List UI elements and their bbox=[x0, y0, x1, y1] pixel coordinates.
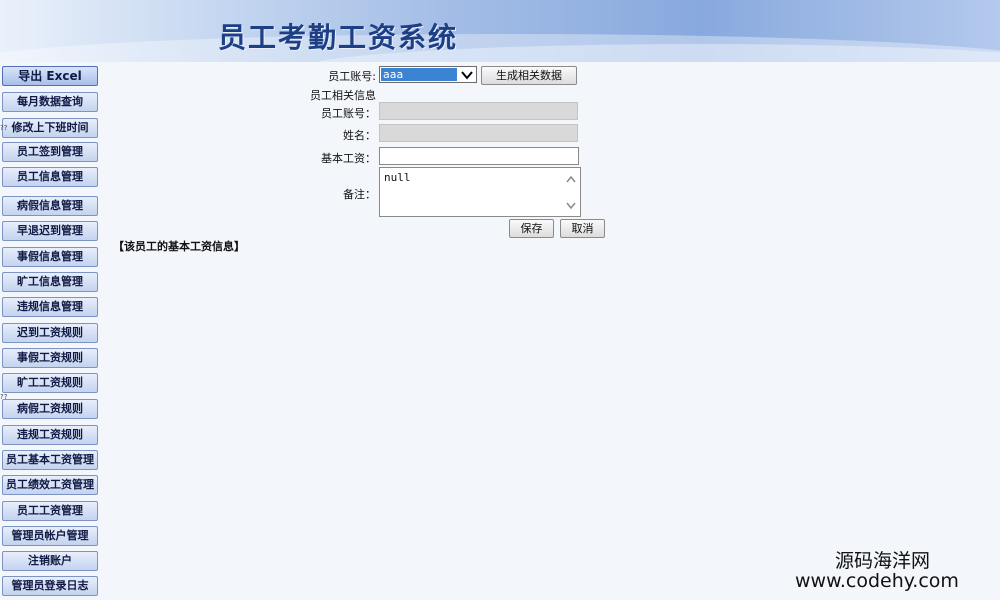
base-salary-section-note: 【该员工的基本工资信息】 bbox=[113, 240, 245, 253]
remark-label: 备注： bbox=[343, 188, 376, 201]
base-salary-label: 基本工资： bbox=[321, 152, 376, 165]
sidebar-item-monthly-query[interactable]: 每月数据查询 bbox=[2, 92, 98, 112]
remark-textarea[interactable]: null bbox=[379, 167, 581, 217]
sidebar-item-absence-salary-rule[interactable]: 旷工工资规则 bbox=[2, 373, 98, 393]
name-label: 姓名： bbox=[343, 129, 376, 142]
sidebar-item-salary-management[interactable]: 员工工资管理 bbox=[2, 501, 98, 521]
sidebar-item-late-salary-rule[interactable]: 迟到工资规则 bbox=[2, 323, 98, 343]
app-title: 员工考勤工资系统 bbox=[218, 21, 459, 54]
sidebar-nav: 导出 Excel 每月数据查询 修改上下班时间 员工签到管理 员工信息管理 病假… bbox=[0, 64, 102, 600]
employee-info-heading: 员工相关信息 bbox=[310, 89, 376, 102]
sidebar-item-absence-info[interactable]: 旷工信息管理 bbox=[2, 272, 98, 292]
name-field bbox=[379, 124, 578, 142]
sidebar-item-sick-leave-salary-rule[interactable]: 病假工资规则 bbox=[2, 399, 98, 419]
cancel-button[interactable]: 取消 bbox=[560, 219, 605, 238]
export-excel-button[interactable]: 导出 Excel bbox=[2, 66, 98, 86]
header-banner: 员工考勤工资系统 bbox=[0, 0, 1000, 62]
sidebar-item-late-early-info[interactable]: 早退迟到管理 bbox=[2, 221, 98, 241]
base-salary-input[interactable] bbox=[379, 147, 579, 165]
watermark-text: 源码海洋网 bbox=[835, 550, 931, 572]
account-select-label: 员工账号: bbox=[328, 70, 376, 83]
chevron-down-icon[interactable] bbox=[566, 198, 576, 212]
chevron-down-icon bbox=[458, 67, 476, 82]
save-button[interactable]: 保存 bbox=[509, 219, 554, 238]
remark-scrollbar[interactable] bbox=[562, 168, 580, 216]
sidebar-item-edit-work-hours[interactable]: 修改上下班时间 bbox=[2, 118, 98, 138]
sidebar-item-base-salary-management[interactable]: 员工基本工资管理 bbox=[2, 450, 98, 470]
broken-image-marker: ?? bbox=[0, 393, 8, 401]
sidebar-item-admin-login-log[interactable]: 管理员登录日志 bbox=[2, 576, 98, 596]
sidebar-item-violation-info[interactable]: 违规信息管理 bbox=[2, 297, 98, 317]
sidebar-item-personal-leave-salary-rule[interactable]: 事假工资规则 bbox=[2, 348, 98, 368]
account-label: 员工账号： bbox=[321, 107, 376, 120]
employee-account-select[interactable]: aaa bbox=[379, 66, 477, 83]
sidebar-item-logout[interactable]: 注销账户 bbox=[2, 551, 98, 571]
broken-image-marker: ?? bbox=[0, 124, 8, 132]
generate-data-button[interactable]: 生成相关数据 bbox=[481, 66, 577, 85]
account-field bbox=[379, 102, 578, 120]
chevron-up-icon[interactable] bbox=[566, 172, 576, 186]
sidebar-item-sick-leave-info[interactable]: 病假信息管理 bbox=[2, 196, 98, 216]
sidebar-item-admin-account-management[interactable]: 管理员帐户管理 bbox=[2, 526, 98, 546]
employee-account-select-value: aaa bbox=[381, 68, 457, 81]
sidebar-item-signin-management[interactable]: 员工签到管理 bbox=[2, 142, 98, 162]
sidebar-item-violation-salary-rule[interactable]: 违规工资规则 bbox=[2, 425, 98, 445]
sidebar-item-performance-salary-management[interactable]: 员工绩效工资管理 bbox=[2, 475, 98, 495]
sidebar-item-personal-leave-info[interactable]: 事假信息管理 bbox=[2, 247, 98, 267]
watermark-url: www.codehy.com bbox=[795, 570, 959, 592]
sidebar-item-employee-info[interactable]: 员工信息管理 bbox=[2, 167, 98, 187]
